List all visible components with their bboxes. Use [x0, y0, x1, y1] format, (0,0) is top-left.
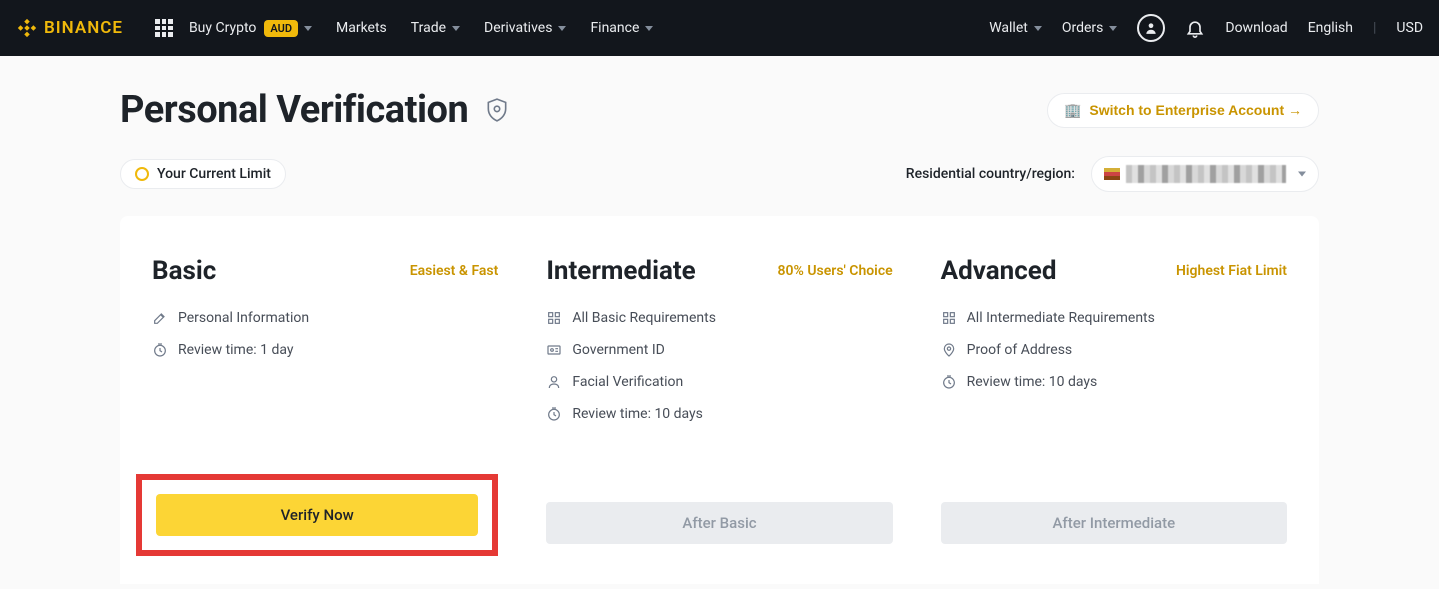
tier-tag: Highest Fiat Limit	[1176, 263, 1287, 279]
grid-icon	[941, 310, 957, 326]
limit-circle-icon	[135, 167, 149, 181]
nav-item-trade[interactable]: Trade	[411, 20, 460, 36]
verify-now-button[interactable]: Verify Now	[156, 494, 478, 536]
requirement-text: All Basic Requirements	[572, 310, 716, 326]
requirements-list: All Basic Requirements Government ID Facia…	[546, 310, 892, 470]
divider: |	[1373, 20, 1376, 36]
bell-icon[interactable]	[1185, 18, 1205, 38]
main-content: Personal Verification 🏢 Switch to Enterp…	[0, 56, 1439, 584]
requirement-text: Review time: 10 days	[967, 374, 1098, 390]
current-limit-badge[interactable]: Your Current Limit	[120, 159, 286, 189]
nav-left: Buy CryptoAUD Markets Trade Derivatives Fina…	[189, 20, 653, 37]
requirement-item: Review time: 1 day	[152, 342, 498, 358]
chevron-down-icon	[645, 26, 653, 31]
nav-item-buy-crypto[interactable]: Buy CryptoAUD	[189, 20, 312, 37]
requirements-list: All Intermediate Requirements Proof of Ad…	[941, 310, 1287, 470]
nav-item-finance[interactable]: Finance	[590, 20, 653, 36]
switch-enterprise-button[interactable]: 🏢 Switch to Enterprise Account →	[1047, 93, 1319, 128]
tier-intermediate: Intermediate 80% Users' Choice All Basic R…	[522, 256, 916, 544]
tier-title: Advanced	[941, 256, 1057, 286]
requirement-item: Review time: 10 days	[941, 374, 1287, 390]
requirement-text: Review time: 1 day	[178, 342, 294, 358]
clock-icon	[941, 374, 957, 390]
requirement-text: All Intermediate Requirements	[967, 310, 1155, 326]
wallet-menu[interactable]: Wallet	[989, 20, 1042, 36]
page-title: Personal Verification	[120, 88, 468, 132]
nav-right: Wallet Orders Download English | USD	[989, 14, 1423, 42]
requirement-item: Government ID	[546, 342, 892, 358]
chevron-down-icon	[452, 26, 460, 31]
building-icon: 🏢	[1064, 102, 1081, 119]
currency-select[interactable]: USD	[1396, 20, 1423, 36]
logo[interactable]: BINANCE	[16, 17, 123, 39]
id-icon	[546, 342, 562, 358]
requirement-item: Proof of Address	[941, 342, 1287, 358]
orders-menu[interactable]: Orders	[1062, 20, 1118, 36]
flag-icon	[1104, 168, 1120, 180]
requirement-item: All Intermediate Requirements	[941, 310, 1287, 326]
chevron-down-icon	[1109, 26, 1117, 31]
country-value-redacted	[1126, 165, 1286, 183]
currency-badge: AUD	[264, 20, 298, 37]
tier-basic: Basic Easiest & Fast Personal Information R…	[128, 256, 522, 544]
clock-icon	[152, 342, 168, 358]
pin-icon	[941, 342, 957, 358]
requirement-text: Proof of Address	[967, 342, 1073, 358]
chevron-down-icon	[304, 26, 312, 31]
nav-item-derivatives[interactable]: Derivatives	[484, 20, 566, 36]
logo-text: BINANCE	[44, 18, 123, 38]
tier-tag: 80% Users' Choice	[778, 263, 893, 279]
face-icon	[546, 374, 562, 390]
requirement-text: Personal Information	[178, 310, 309, 326]
language-select[interactable]: English	[1308, 20, 1353, 36]
chevron-down-icon	[1034, 26, 1042, 31]
nav-item-markets[interactable]: Markets	[336, 20, 387, 36]
tier-title: Basic	[152, 256, 216, 286]
requirements-list: Personal Information Review time: 1 day	[152, 310, 498, 470]
highlight-box: Verify Now	[136, 474, 498, 556]
top-nav: BINANCE Buy CryptoAUD Markets Trade Derivat…	[0, 0, 1439, 56]
chevron-down-icon	[1298, 172, 1306, 177]
tier-title: Intermediate	[546, 256, 695, 286]
grid-icon	[546, 310, 562, 326]
chevron-down-icon	[558, 26, 566, 31]
requirement-text: Facial Verification	[572, 374, 683, 390]
country-select[interactable]	[1091, 156, 1319, 192]
requirement-text: Government ID	[572, 342, 665, 358]
shield-icon	[484, 97, 510, 123]
requirement-item: Personal Information	[152, 310, 498, 326]
verification-tiers: Basic Easiest & Fast Personal Information R…	[120, 256, 1319, 544]
tier-locked-button: After Basic	[546, 502, 892, 544]
apps-grid-icon[interactable]	[155, 19, 173, 37]
requirement-text: Review time: 10 days	[572, 406, 703, 422]
tier-advanced: Advanced Highest Fiat Limit All Intermedia…	[917, 256, 1311, 544]
binance-logo-icon	[16, 17, 38, 39]
user-icon[interactable]	[1137, 14, 1165, 42]
requirement-item: All Basic Requirements	[546, 310, 892, 326]
requirement-item: Review time: 10 days	[546, 406, 892, 422]
download-link[interactable]: Download	[1225, 20, 1287, 36]
tier-locked-button: After Intermediate	[941, 502, 1287, 544]
clock-icon	[546, 406, 562, 422]
edit-icon	[152, 310, 168, 326]
tier-tag: Easiest & Fast	[410, 263, 499, 279]
requirement-item: Facial Verification	[546, 374, 892, 390]
country-label: Residential country/region:	[906, 166, 1075, 182]
